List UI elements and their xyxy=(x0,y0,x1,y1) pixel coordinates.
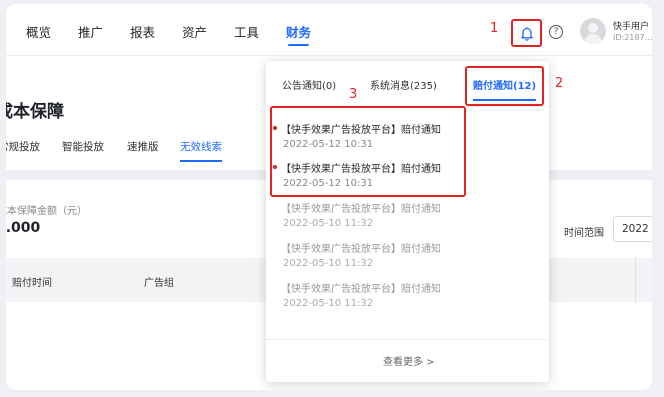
nav-item-assets[interactable]: 资产 xyxy=(182,22,207,41)
time-range-label: 时间范围 xyxy=(564,228,604,239)
notification-date: 2022-05-10 11:32 xyxy=(283,258,374,269)
page-title: 成本保障 xyxy=(6,102,64,122)
notification-item[interactable]: 【快手效果广告投放平台】赔付通知 2022-05-10 11:32 xyxy=(266,239,549,277)
unread-dot xyxy=(273,165,277,169)
nav-item-promotion[interactable]: 推广 xyxy=(78,22,103,41)
notification-dropdown: 公告通知(0) 系统消息(235) 赔付通知(12) 2 3 【快手效果广告投放… xyxy=(266,61,563,382)
notification-item[interactable]: 【快手效果广告投放平台】赔付通知 2022-05-12 10:31 xyxy=(266,120,549,158)
tab-invalid-leads[interactable]: 无效线索 xyxy=(180,139,222,162)
amount-value: 0.000 xyxy=(6,220,41,236)
tab-regular[interactable]: 常规投放 xyxy=(6,139,40,154)
help-icon[interactable]: ? xyxy=(549,25,563,39)
tab-quick[interactable]: 速推版 xyxy=(127,139,159,154)
tab-announcements[interactable]: 公告通知(0) xyxy=(282,77,336,92)
notification-bell-button[interactable] xyxy=(511,19,542,47)
nav-item-overview[interactable]: 概览 xyxy=(26,22,51,41)
notification-date: 2022-05-12 10:31 xyxy=(283,139,374,150)
notification-title: 【快手效果广告投放平台】赔付通知 xyxy=(281,284,441,295)
column-divider xyxy=(635,258,636,302)
bell-icon xyxy=(520,26,533,41)
annotation-number-2: 2 xyxy=(555,76,564,91)
notification-date: 2022-05-12 10:31 xyxy=(283,178,374,189)
dropdown-footer-divider xyxy=(266,339,549,340)
nav-item-reports[interactable]: 报表 xyxy=(130,22,155,41)
annotation-box-tab xyxy=(465,66,544,106)
notification-item[interactable]: 【快手效果广告投放平台】赔付通知 2022-05-10 11:32 xyxy=(266,279,549,317)
notification-title: 【快手效果广告投放平台】赔付通知 xyxy=(281,204,441,215)
user-name: 快手用户 xyxy=(613,22,650,32)
notification-title: 【快手效果广告投放平台】赔付通知 xyxy=(281,125,441,136)
avatar[interactable] xyxy=(580,18,606,44)
user-id: ID:2187… xyxy=(613,33,652,42)
column-header-ad-group: 广告组 xyxy=(144,278,174,289)
top-navbar: 概览 推广 报表 资产 工具 财务 1 ? 快手用户 ID:2187… xyxy=(6,4,652,56)
annotation-number-1: 1 xyxy=(490,21,499,36)
notification-date: 2022-05-10 11:32 xyxy=(283,218,374,229)
time-range-select[interactable]: 2022 xyxy=(613,216,652,242)
annotation-number-3: 3 xyxy=(349,87,358,102)
notification-item[interactable]: 【快手效果广告投放平台】赔付通知 2022-05-12 10:31 xyxy=(266,159,549,197)
column-header-time: 赔付时间 xyxy=(12,278,52,289)
notification-item[interactable]: 【快手效果广告投放平台】赔付通知 2022-05-10 11:32 xyxy=(266,199,549,237)
nav-item-finance[interactable]: 财务 xyxy=(286,22,311,46)
unread-dot xyxy=(273,126,277,130)
notification-date: 2022-05-10 11:32 xyxy=(283,298,374,309)
tab-smart[interactable]: 智能投放 xyxy=(62,139,104,154)
nav-item-tools[interactable]: 工具 xyxy=(234,22,259,41)
see-more-link[interactable]: 查看更多 > xyxy=(383,353,435,368)
amount-label: 成本保障金额（元） xyxy=(6,206,87,217)
notification-title: 【快手效果广告投放平台】赔付通知 xyxy=(281,164,441,175)
notification-title: 【快手效果广告投放平台】赔付通知 xyxy=(281,244,441,255)
tab-system-messages[interactable]: 系统消息(235) xyxy=(370,77,437,92)
app-frame: 概览 推广 报表 资产 工具 财务 1 ? 快手用户 ID:2187… 成本保障… xyxy=(6,4,652,390)
